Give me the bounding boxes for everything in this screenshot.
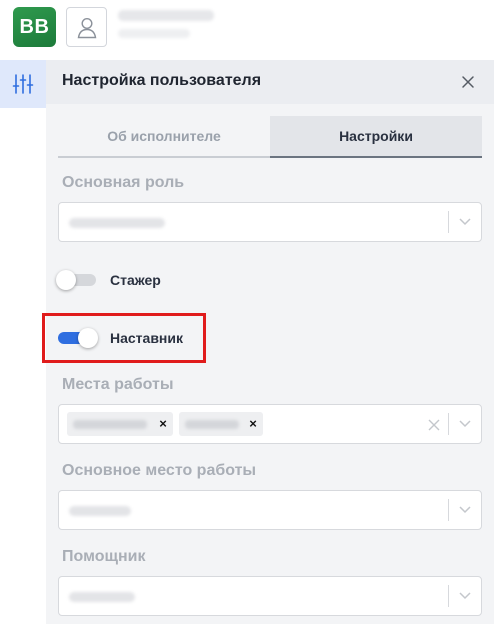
close-button[interactable] — [458, 72, 478, 92]
remove-chip-button[interactable]: × — [245, 412, 261, 436]
highlight-frame — [42, 313, 206, 363]
select-divider — [448, 585, 449, 607]
main-workplace-label: Основное место работы — [62, 462, 257, 479]
tab-about-performer[interactable]: Об исполнителе — [58, 116, 270, 158]
close-icon — [462, 76, 474, 88]
chevron-down-icon[interactable] — [457, 215, 473, 229]
tabs: Об исполнителе Настройки — [58, 116, 482, 158]
user-name-redacted — [118, 10, 214, 21]
assistant-label: Помощник — [62, 548, 146, 565]
workplace-chip-value-redacted — [185, 420, 239, 429]
assistant-select[interactable] — [58, 576, 482, 616]
main-role-value-redacted — [69, 218, 165, 228]
toggle-knob — [56, 270, 76, 290]
clear-icon[interactable] — [427, 418, 441, 432]
trainee-toggle[interactable] — [56, 270, 96, 290]
workplace-chip: × — [67, 412, 173, 436]
workplaces-multiselect[interactable]: × × — [58, 404, 482, 444]
workplaces-label: Места работы — [62, 376, 174, 393]
select-divider — [448, 499, 449, 521]
chevron-down-icon[interactable] — [457, 503, 473, 517]
chevron-down-icon[interactable] — [457, 589, 473, 603]
assistant-value-redacted — [69, 592, 135, 602]
sliders-icon — [12, 74, 34, 94]
tab-settings[interactable]: Настройки — [270, 116, 482, 158]
left-rail — [0, 58, 46, 624]
select-divider — [448, 413, 449, 435]
main-role-label: Основная роль — [62, 174, 185, 191]
user-icon — [77, 17, 97, 39]
app-logo[interactable]: BB — [13, 7, 56, 47]
panel-title: Настройка пользователя — [62, 72, 262, 89]
workplace-chip-value-redacted — [73, 420, 147, 429]
workplace-chip: × — [179, 412, 263, 436]
panel-header: Настройка пользователя — [46, 60, 494, 104]
top-bar: BB — [0, 0, 494, 58]
filters-button[interactable] — [0, 60, 46, 108]
main-role-select[interactable] — [58, 202, 482, 242]
remove-chip-button[interactable]: × — [155, 412, 171, 436]
user-avatar[interactable] — [66, 7, 107, 47]
select-divider — [448, 211, 449, 233]
main-workplace-value-redacted — [69, 506, 131, 516]
chevron-down-icon[interactable] — [457, 417, 473, 431]
main-workplace-select[interactable] — [58, 490, 482, 530]
user-role-redacted — [118, 29, 190, 38]
trainee-toggle-label: Стажер — [110, 272, 161, 288]
